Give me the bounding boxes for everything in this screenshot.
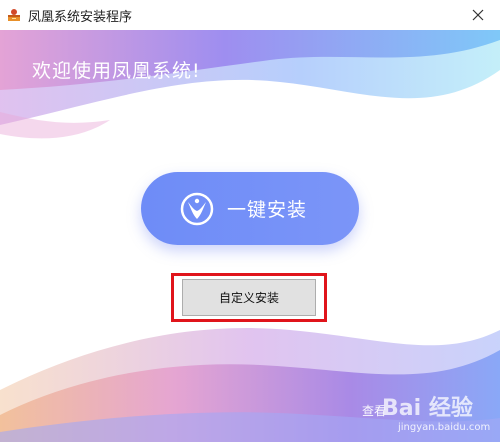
app-installer-icon <box>6 7 22 23</box>
custom-install-button[interactable]: 自定义安装 <box>182 279 316 316</box>
window-title: 凤凰系统安装程序 <box>28 9 133 25</box>
installer-window: 凤凰系统安装程序 欢迎使用凤凰系统! 一键安装 自定义安装 查看 Bai 经验 … <box>0 0 500 442</box>
title-bar[interactable]: 凤凰系统安装程序 <box>0 0 500 30</box>
one-click-install-label: 一键安装 <box>227 199 308 221</box>
one-click-install-button[interactable]: 一键安装 <box>141 172 359 245</box>
watermark-text: Bai 经验 <box>382 396 473 421</box>
close-icon <box>472 9 484 21</box>
watermark-url: jingyan.baidu.com <box>398 422 491 433</box>
installer-content: 欢迎使用凤凰系统! 一键安装 自定义安装 查看 Bai 经验 jingyan.b… <box>0 30 500 442</box>
phoenix-logo-icon <box>179 191 215 227</box>
close-button[interactable] <box>456 0 500 30</box>
welcome-heading: 欢迎使用凤凰系统! <box>32 60 201 82</box>
